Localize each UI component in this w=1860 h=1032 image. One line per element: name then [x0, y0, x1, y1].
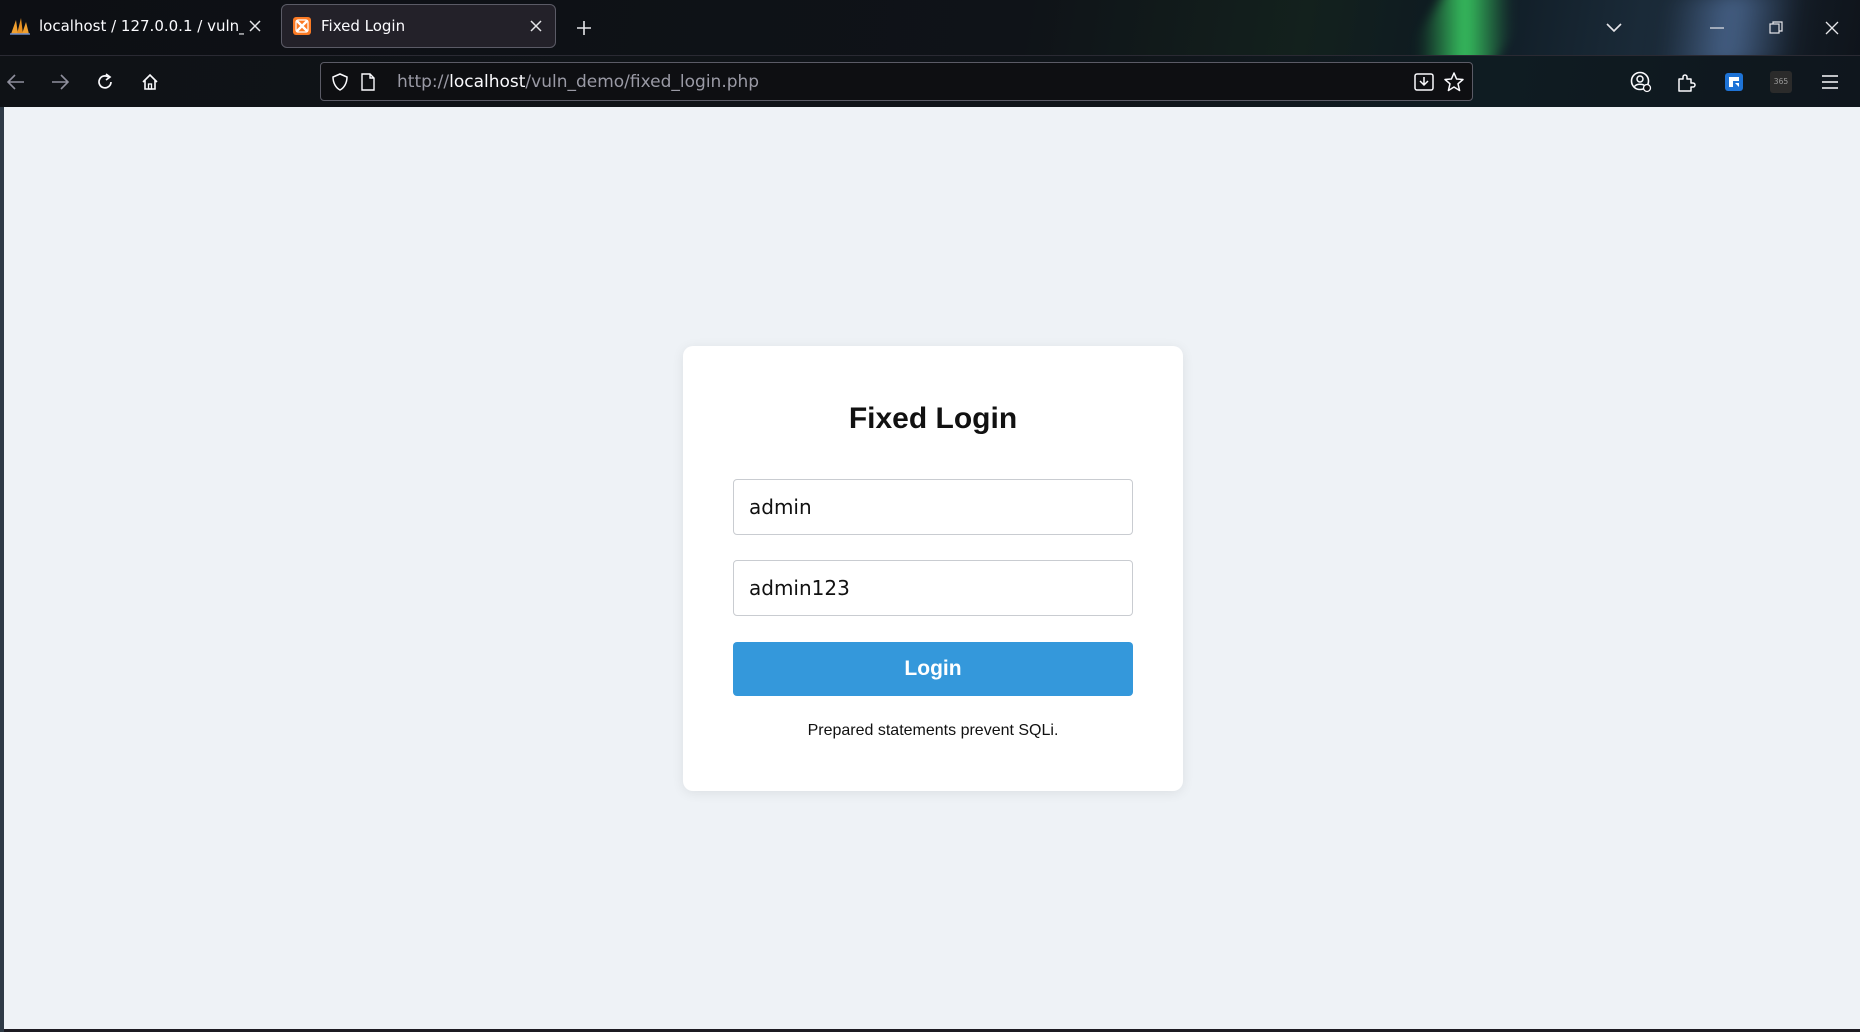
- page-content: Fixed Login Login Prepared statements pr…: [4, 107, 1860, 1032]
- browser-window: localhost / 127.0.0.1 / vuln_dem Fixed L…: [0, 0, 1860, 1032]
- list-all-tabs-button[interactable]: [1596, 10, 1632, 46]
- login-button[interactable]: Login: [733, 642, 1133, 696]
- translate-extension-icon[interactable]: [1716, 64, 1752, 100]
- page-title: Fixed Login: [848, 402, 1018, 435]
- navigation-toolbar: http://localhost/vuln_demo/fixed_login.p…: [0, 55, 1860, 107]
- security-note: Prepared statements prevent SQLi.: [807, 722, 1059, 739]
- save-to-pocket-download-icon[interactable]: [1413, 71, 1435, 93]
- close-tab-icon[interactable]: [525, 15, 547, 37]
- url-text[interactable]: http://localhost/vuln_demo/fixed_login.p…: [397, 72, 759, 92]
- forward-button[interactable]: [42, 64, 78, 100]
- xampp-icon: [292, 16, 312, 36]
- hamburger-menu-icon[interactable]: [1812, 64, 1848, 100]
- tab-title: Fixed Login: [321, 17, 406, 35]
- account-icon[interactable]: [1623, 64, 1659, 100]
- close-tab-icon[interactable]: [244, 15, 266, 37]
- tab-fixed-login[interactable]: Fixed Login: [281, 4, 556, 48]
- tab-phpmyadmin[interactable]: localhost / 127.0.0.1 / vuln_dem: [4, 4, 274, 48]
- tracking-protection-shield-icon[interactable]: [329, 71, 351, 93]
- back-button[interactable]: [0, 64, 34, 100]
- extension-badge-label: 365: [1770, 71, 1792, 93]
- restore-button[interactable]: [1758, 10, 1794, 46]
- reload-button[interactable]: [87, 64, 123, 100]
- username-input[interactable]: [733, 479, 1133, 535]
- tab-strip: localhost / 127.0.0.1 / vuln_dem Fixed L…: [0, 0, 1860, 55]
- phpmyadmin-icon: [10, 16, 30, 36]
- password-input[interactable]: [733, 560, 1133, 616]
- new-tab-button[interactable]: [570, 14, 598, 42]
- home-button[interactable]: [132, 64, 168, 100]
- login-card: Fixed Login Login Prepared statements pr…: [683, 346, 1183, 791]
- close-window-button[interactable]: [1814, 10, 1850, 46]
- address-bar[interactable]: http://localhost/vuln_demo/fixed_login.p…: [320, 62, 1473, 101]
- extension-365-icon[interactable]: 365: [1763, 64, 1799, 100]
- page-info-icon[interactable]: [357, 71, 379, 93]
- bookmark-star-icon[interactable]: [1443, 71, 1465, 93]
- extensions-puzzle-icon[interactable]: [1668, 64, 1704, 100]
- tab-title: localhost / 127.0.0.1 / vuln_dem: [39, 17, 244, 35]
- minimize-button[interactable]: [1699, 10, 1735, 46]
- theme-decoration: [1388, 0, 1542, 55]
